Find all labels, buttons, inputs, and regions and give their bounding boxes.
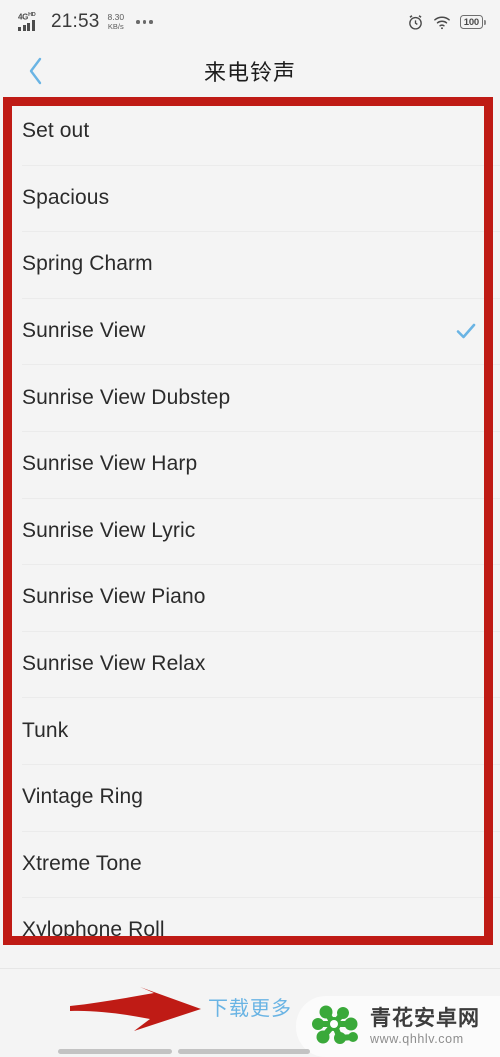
- status-bar-right: 100: [407, 14, 486, 31]
- network-speed-value: 8.30: [107, 12, 125, 22]
- list-item[interactable]: Spacious: [0, 164, 500, 232]
- list-item[interactable]: Tunk: [0, 697, 500, 764]
- list-item-label: Spacious: [22, 185, 110, 209]
- list-item-label: Sunrise View Lyric: [22, 518, 196, 542]
- list-item[interactable]: Sunrise View Dubstep: [0, 364, 500, 431]
- list-item[interactable]: Vintage Ring: [0, 763, 500, 831]
- wifi-icon: [433, 15, 451, 30]
- nav-pill-right[interactable]: [178, 1049, 310, 1054]
- list-item-label: Sunrise View Piano: [22, 585, 206, 609]
- checkmark-icon: [454, 319, 478, 343]
- more-dots-icon: [136, 20, 153, 24]
- list-item[interactable]: Set out: [0, 98, 500, 165]
- battery-level-label: 100: [463, 16, 479, 28]
- list-item[interactable]: Sunrise View Harp: [0, 430, 500, 498]
- list-item[interactable]: Sunrise View: [0, 297, 500, 365]
- network-speed-unit: KB/s: [107, 22, 124, 31]
- page-title: 来电铃声: [203, 60, 296, 85]
- phone-screen: 4GHD 21:53 8.30 KB/s 100 来电铃声 Set out Sp…: [0, 0, 500, 1057]
- list-item-label: Xylophone Roll: [22, 918, 165, 942]
- network-speed-indicator: 8.30 KB/s: [107, 12, 125, 32]
- red-arrow-icon: [70, 987, 201, 1031]
- list-item-label: Sunrise View: [22, 319, 146, 343]
- nav-pill-left[interactable]: [58, 1049, 172, 1054]
- signal-bars-icon: 4GHD: [18, 12, 44, 32]
- list-item[interactable]: Spring Charm: [0, 231, 500, 298]
- list-item-label: Set out: [22, 119, 90, 143]
- status-bar: 4GHD 21:53 8.30 KB/s 100: [0, 0, 500, 44]
- list-item[interactable]: Xylophone Roll: [0, 897, 500, 946]
- network-suffix-label: HD: [28, 12, 36, 18]
- list-item[interactable]: Sunrise View Relax: [0, 630, 500, 698]
- system-nav-bar: [0, 1043, 500, 1057]
- watermark-site-name: 青花安卓网: [370, 1006, 480, 1030]
- battery-icon: 100: [459, 15, 486, 29]
- ringtone-list[interactable]: Set out Spacious Spring Charm Sunrise View S…: [0, 98, 500, 946]
- status-bar-left: 4GHD 21:53 8.30 KB/s: [18, 11, 153, 33]
- list-item-label: Sunrise View Relax: [22, 652, 206, 676]
- list-item[interactable]: Xtreme Tone: [0, 830, 500, 898]
- list-item-label: Sunrise View Harp: [22, 452, 198, 476]
- status-bar-clock: 21:53: [51, 11, 100, 32]
- list-item[interactable]: Sunrise View Piano: [0, 564, 500, 631]
- title-bar: 来电铃声: [0, 44, 500, 98]
- back-chevron-icon[interactable]: [18, 54, 52, 88]
- list-item-label: Vintage Ring: [22, 785, 144, 809]
- alarm-clock-icon: [407, 14, 424, 31]
- list-item[interactable]: Sunrise View Lyric: [0, 497, 500, 565]
- list-item-label: Sunrise View Dubstep: [22, 385, 231, 409]
- footer-divider: [0, 968, 500, 969]
- list-item-label: Tunk: [22, 718, 69, 742]
- list-item-label: Xtreme Tone: [22, 851, 142, 875]
- list-item-label: Spring Charm: [22, 252, 153, 276]
